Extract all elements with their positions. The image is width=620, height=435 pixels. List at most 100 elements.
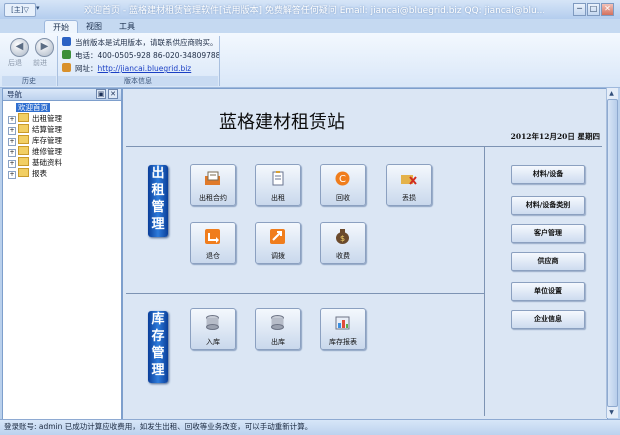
expand-icon[interactable]: + [8, 171, 16, 179]
folder-icon [18, 135, 29, 144]
expand-icon[interactable]: + [8, 149, 16, 157]
divider [484, 146, 485, 416]
money-bag-icon: $ [336, 229, 349, 244]
current-date: 2012年12月20日 星期四 [510, 132, 600, 141]
status-text: 登录账号: admin 已成功计算应收费用，如发生出租、回收等业务改变，可以手动… [4, 422, 313, 431]
scrollbar-thumb[interactable] [607, 99, 618, 407]
close-button[interactable]: ✕ [601, 3, 614, 16]
arrow-left-icon: ◀ [15, 41, 24, 52]
banner-label: 出租管理 [151, 166, 165, 232]
tree-item-label: 结算管理 [32, 125, 62, 134]
tree-item-settlement[interactable]: + 结算管理 [8, 124, 62, 135]
tile-rent-contract[interactable]: 出租合约 [190, 164, 236, 206]
tab-tools[interactable]: 工具 [111, 20, 143, 33]
tile-label: 丢损 [402, 194, 416, 202]
tile-stock-out[interactable]: 出库 [255, 308, 301, 350]
tile-return-warehouse[interactable]: 退仓 [190, 222, 236, 264]
scroll-up-icon[interactable]: ▲ [607, 89, 616, 98]
back-label: 后退 [8, 59, 22, 67]
svg-text:C: C [339, 174, 346, 185]
tab-start[interactable]: 开始 [44, 20, 78, 34]
group-label-version: 版本信息 [58, 76, 218, 86]
navigation-title: 导航 [7, 90, 22, 99]
svg-text:$: $ [340, 234, 345, 243]
unit-settings-button[interactable]: 单位设置 [511, 282, 585, 301]
ribbon-separator [219, 36, 220, 86]
tree-item-label: 报表 [32, 169, 47, 178]
version-notice-text: 当前版本是试用版本，请联系供应商购买。 [75, 38, 218, 47]
tile-loss[interactable]: 丢损 [386, 164, 432, 206]
material-categories-button[interactable]: 材料/设备类别 [511, 196, 585, 215]
tile-transfer[interactable]: 调拨 [255, 222, 301, 264]
tree-item-repair[interactable]: + 维修管理 [8, 146, 62, 157]
page-title: 蓝格建材租赁站 [219, 112, 345, 133]
tree-item-reports[interactable]: + 报表 [8, 168, 47, 179]
forward-label: 前进 [33, 59, 47, 67]
dropdown-arrow-icon[interactable]: ▾ [36, 4, 40, 12]
tile-label: 收费 [336, 252, 350, 260]
divider [126, 293, 484, 294]
tree-item-label: 库存管理 [32, 136, 62, 145]
report-chart-icon [335, 316, 350, 330]
loss-icon [401, 175, 417, 185]
arrow-right-icon: ▶ [40, 41, 49, 52]
version-phone: 电话：400-0505-928 86-020-34809788 [62, 50, 220, 62]
folder-icon [18, 113, 29, 122]
maximize-button[interactable]: □ [587, 3, 600, 16]
folder-icon [18, 146, 29, 155]
tree-item-rent[interactable]: + 出租管理 [8, 113, 62, 124]
tile-charge[interactable]: $ 收费 [320, 222, 366, 264]
back-button[interactable]: ◀ [10, 38, 29, 57]
tree-item-label: 基础资料 [32, 158, 62, 167]
document-icon [205, 171, 220, 185]
tree-item-basic-data[interactable]: + 基础资料 [8, 157, 62, 168]
tile-label: 出库 [271, 338, 285, 346]
folder-icon [18, 124, 29, 133]
tile-stock-report[interactable]: 库存报表 [320, 308, 366, 350]
tile-label: 出租 [271, 194, 285, 202]
phone-label: 电话： [75, 51, 98, 60]
materials-button[interactable]: 材料/设备 [511, 165, 585, 184]
scroll-down-icon[interactable]: ▼ [607, 408, 616, 417]
company-info-button[interactable]: 企业信息 [511, 310, 585, 329]
window-title: 欢迎首页 - 蓝格建材租赁管理软件[试用版本] 免费解答任何疑问 Email: … [84, 6, 544, 16]
expand-icon[interactable]: + [8, 116, 16, 124]
tile-recycle[interactable]: C 回收 [320, 164, 366, 206]
url-label: 网址： [75, 64, 98, 73]
stock-management-banner: 库存管理 [148, 311, 168, 383]
version-notice: 当前版本是试用版本，请联系供应商购买。 [62, 37, 218, 49]
expand-icon[interactable]: + [8, 127, 16, 135]
tile-label: 调拨 [271, 252, 285, 260]
recycle-icon: C [335, 171, 350, 186]
database-out-icon [271, 315, 284, 330]
tile-stock-in[interactable]: 入库 [190, 308, 236, 350]
tile-label: 回收 [336, 194, 350, 202]
transfer-icon [270, 229, 285, 244]
quick-access-toolbar[interactable]: [主]▽ [4, 3, 36, 17]
folder-icon [18, 157, 29, 166]
tree-item-stock[interactable]: + 库存管理 [8, 135, 62, 146]
tile-label: 退仓 [206, 252, 220, 260]
tile-label: 入库 [206, 338, 220, 346]
pane-close-button[interactable]: ✕ [108, 89, 118, 99]
forward-button[interactable]: ▶ [35, 38, 54, 57]
banner-label: 库存管理 [151, 312, 165, 378]
tab-view[interactable]: 视图 [78, 20, 110, 33]
tree-item-label: 欢迎首页 [16, 103, 50, 112]
customer-management-button[interactable]: 客户管理 [511, 224, 585, 243]
folder-icon [18, 168, 29, 177]
tree-item-label: 出租管理 [32, 114, 62, 123]
rent-doc-icon [272, 171, 284, 186]
rent-management-banner: 出租管理 [148, 165, 168, 237]
website-link[interactable]: http://jiancai.bluegrid.biz [98, 64, 192, 73]
tile-label: 出租合约 [199, 194, 227, 202]
tile-rent[interactable]: 出租 [255, 164, 301, 206]
tree-item-home[interactable]: 欢迎首页 [16, 102, 50, 113]
expand-icon[interactable]: + [8, 138, 16, 146]
pin-button[interactable]: ▣ [96, 89, 106, 99]
supplier-button[interactable]: 供应商 [511, 252, 585, 271]
version-url: 网址：http://jiancai.bluegrid.biz [62, 63, 191, 75]
database-in-icon [206, 315, 219, 330]
minimize-button[interactable]: ─ [573, 3, 586, 16]
expand-icon[interactable]: + [8, 160, 16, 168]
